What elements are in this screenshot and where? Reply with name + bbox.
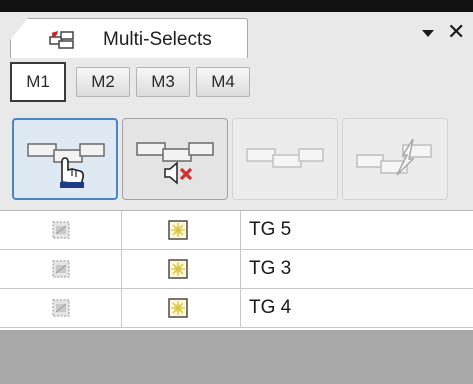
dropdown-arrow-icon[interactable] xyxy=(420,26,436,40)
panel-title: Multi-Selects xyxy=(103,29,212,50)
multi-selects-tab[interactable]: Multi-Selects xyxy=(10,18,248,59)
panel-tab-strip: Multi-Selects ✕ xyxy=(0,12,473,59)
remove-selection-button[interactable] xyxy=(122,118,228,200)
selection-toolbar xyxy=(0,110,473,210)
list-row[interactable]: TG 3 xyxy=(0,250,473,289)
row-label: TG 3 xyxy=(249,258,292,279)
row-label: TG 4 xyxy=(249,297,292,318)
row-label: TG 5 xyxy=(249,219,292,240)
tab-m3[interactable]: M3 xyxy=(136,67,190,97)
list-row[interactable]: TG 5 xyxy=(0,211,473,250)
yellow-star-icon[interactable] xyxy=(167,297,189,319)
tab-m1[interactable]: M1 xyxy=(10,62,66,102)
window-top-border xyxy=(0,0,473,12)
memory-tab-row: M1 M2 M3 M4 xyxy=(0,58,473,110)
empty-list-area xyxy=(0,330,473,384)
select-bars-icon xyxy=(27,143,105,188)
unlink-bars-button[interactable] xyxy=(342,118,448,200)
list-row[interactable]: TG 4 xyxy=(0,289,473,328)
link-bars-button[interactable] xyxy=(232,118,338,200)
yellow-star-icon[interactable] xyxy=(167,219,189,241)
select-bars-button[interactable] xyxy=(12,118,118,200)
grey-selection-icon[interactable] xyxy=(51,298,71,318)
grey-selection-icon[interactable] xyxy=(51,220,71,240)
close-icon[interactable]: ✕ xyxy=(447,22,465,44)
grey-selection-icon[interactable] xyxy=(51,259,71,279)
multi-select-icon xyxy=(49,31,74,49)
tab-m2[interactable]: M2 xyxy=(76,67,130,97)
yellow-star-icon[interactable] xyxy=(167,258,189,280)
multi-select-list: TG 5 TG 3 TG 4 xyxy=(0,210,473,328)
unlink-bars-icon xyxy=(356,138,432,176)
remove-selection-icon xyxy=(136,142,214,185)
tab-m4[interactable]: M4 xyxy=(196,67,250,97)
link-bars-icon xyxy=(246,148,324,168)
